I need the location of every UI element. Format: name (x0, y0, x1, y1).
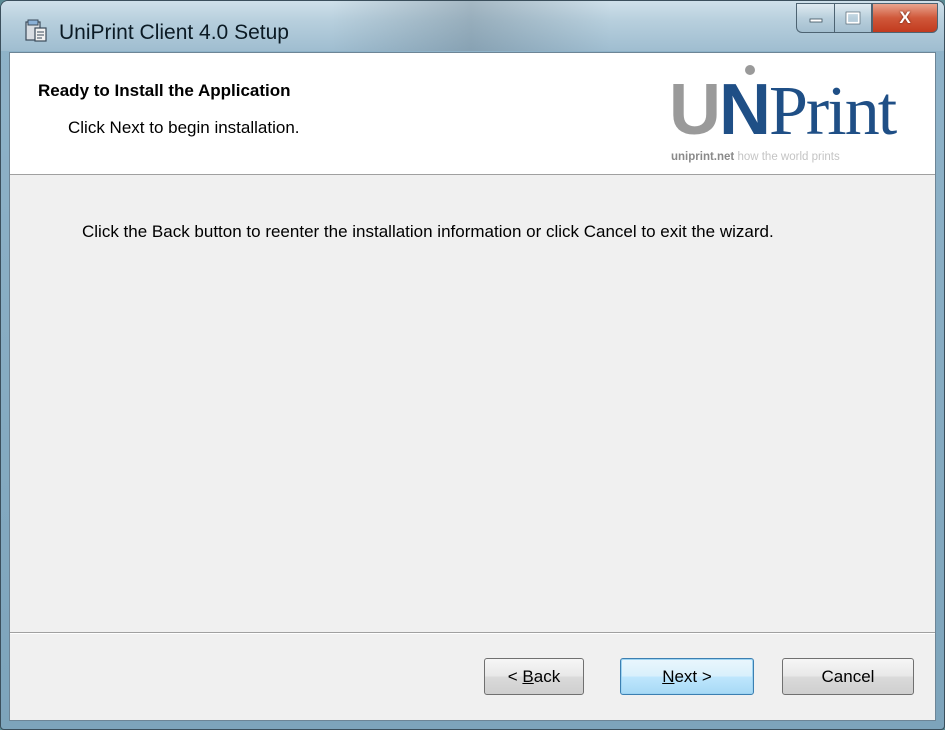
close-button[interactable]: X (872, 3, 938, 33)
logo-tagline: uniprint.net how the world prints (671, 151, 840, 163)
header-banner: Ready to Install the Application Click N… (10, 53, 935, 175)
title-bar[interactable]: UniPrint Client 4.0 Setup X (1, 1, 944, 51)
window-title: UniPrint Client 4.0 Setup (59, 21, 289, 44)
logo-letter-u: U (669, 70, 721, 150)
logo-slogan: how the world prints (734, 151, 840, 163)
caption-buttons: X (796, 3, 938, 33)
back-button[interactable]: < Back (484, 658, 584, 695)
logo-wordmark: UNPrint (669, 65, 897, 157)
minimize-button[interactable] (796, 3, 834, 33)
footer-divider (10, 632, 935, 634)
page-subtitle: Click Next to begin installation. (68, 118, 300, 137)
installer-package-icon (25, 19, 47, 42)
cancel-button-label: Cancel (821, 666, 875, 686)
logo-letter-n: N (719, 70, 771, 150)
next-button[interactable]: Next > (620, 658, 754, 695)
close-icon: X (899, 8, 911, 27)
cancel-button[interactable]: Cancel (782, 658, 914, 695)
back-button-prefix: < (507, 666, 523, 686)
installer-window: UniPrint Client 4.0 Setup X Ready to Ins… (0, 0, 945, 730)
next-button-accelerator: N (662, 666, 675, 686)
maximize-button[interactable] (834, 3, 872, 33)
dialog-client-area: Ready to Install the Application Click N… (9, 52, 936, 721)
logo-site: uniprint.net (671, 151, 735, 163)
logo-word-print: Print (769, 73, 897, 150)
maximize-icon (845, 11, 861, 25)
back-button-label: ack (533, 666, 561, 686)
back-button-accelerator: B (522, 666, 534, 686)
page-title: Ready to Install the Application (38, 81, 291, 100)
instruction-text: Click the Back button to reenter the ins… (82, 222, 774, 241)
next-button-label: ext > (674, 666, 712, 686)
uniprint-logo: UNPrint uniprint.net how the world print… (669, 65, 919, 169)
minimize-icon (809, 18, 822, 23)
